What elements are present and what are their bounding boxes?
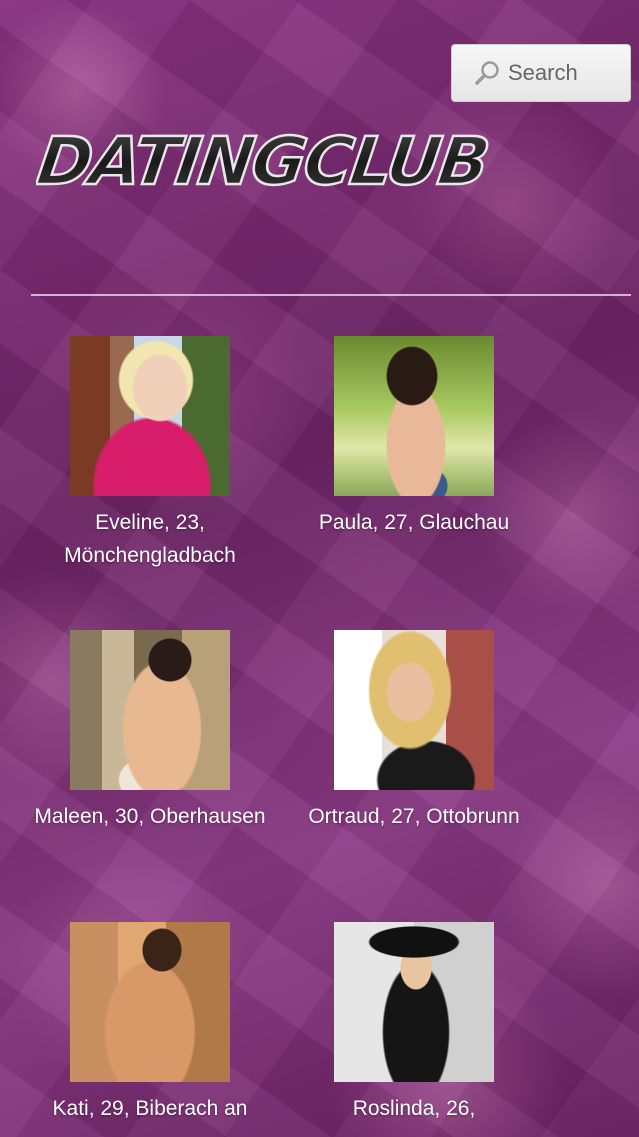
profile-caption[interactable]: Kati, 29, Biberach an xyxy=(20,1092,280,1125)
profile-card[interactable]: Maleen, 30, Oberhausen xyxy=(20,630,280,833)
profile-photo[interactable] xyxy=(70,922,230,1082)
profile-caption[interactable]: Eveline, 23, Mönchengladbach xyxy=(20,506,280,572)
profile-photo[interactable] xyxy=(334,630,494,790)
profile-card[interactable]: Paula, 27, Glauchau xyxy=(284,336,544,539)
profile-card[interactable]: Kati, 29, Biberach an xyxy=(20,922,280,1125)
profile-photo[interactable] xyxy=(334,336,494,496)
profile-caption[interactable]: Maleen, 30, Oberhausen xyxy=(20,800,280,833)
profile-card[interactable]: Ortraud, 27, Ottobrunn xyxy=(284,630,544,833)
svg-text:DATINGCLUB: DATINGCLUB xyxy=(36,122,493,200)
header-divider xyxy=(31,294,631,296)
profile-photo[interactable] xyxy=(70,630,230,790)
profile-caption[interactable]: Paula, 27, Glauchau xyxy=(284,506,544,539)
profile-caption[interactable]: Ortraud, 27, Ottobrunn xyxy=(284,800,544,833)
datingclub-logo[interactable]: DATINGCLUB xyxy=(36,118,506,202)
profile-card[interactable]: Roslinda, 26, xyxy=(284,922,544,1125)
profile-caption[interactable]: Roslinda, 26, xyxy=(284,1092,544,1125)
profile-photo[interactable] xyxy=(70,336,230,496)
search-button[interactable]: Search xyxy=(451,44,631,102)
search-icon xyxy=(474,60,500,86)
profile-photo[interactable] xyxy=(334,922,494,1082)
profile-card[interactable]: Eveline, 23, Mönchengladbach xyxy=(20,336,280,572)
search-label: Search xyxy=(508,60,578,85)
